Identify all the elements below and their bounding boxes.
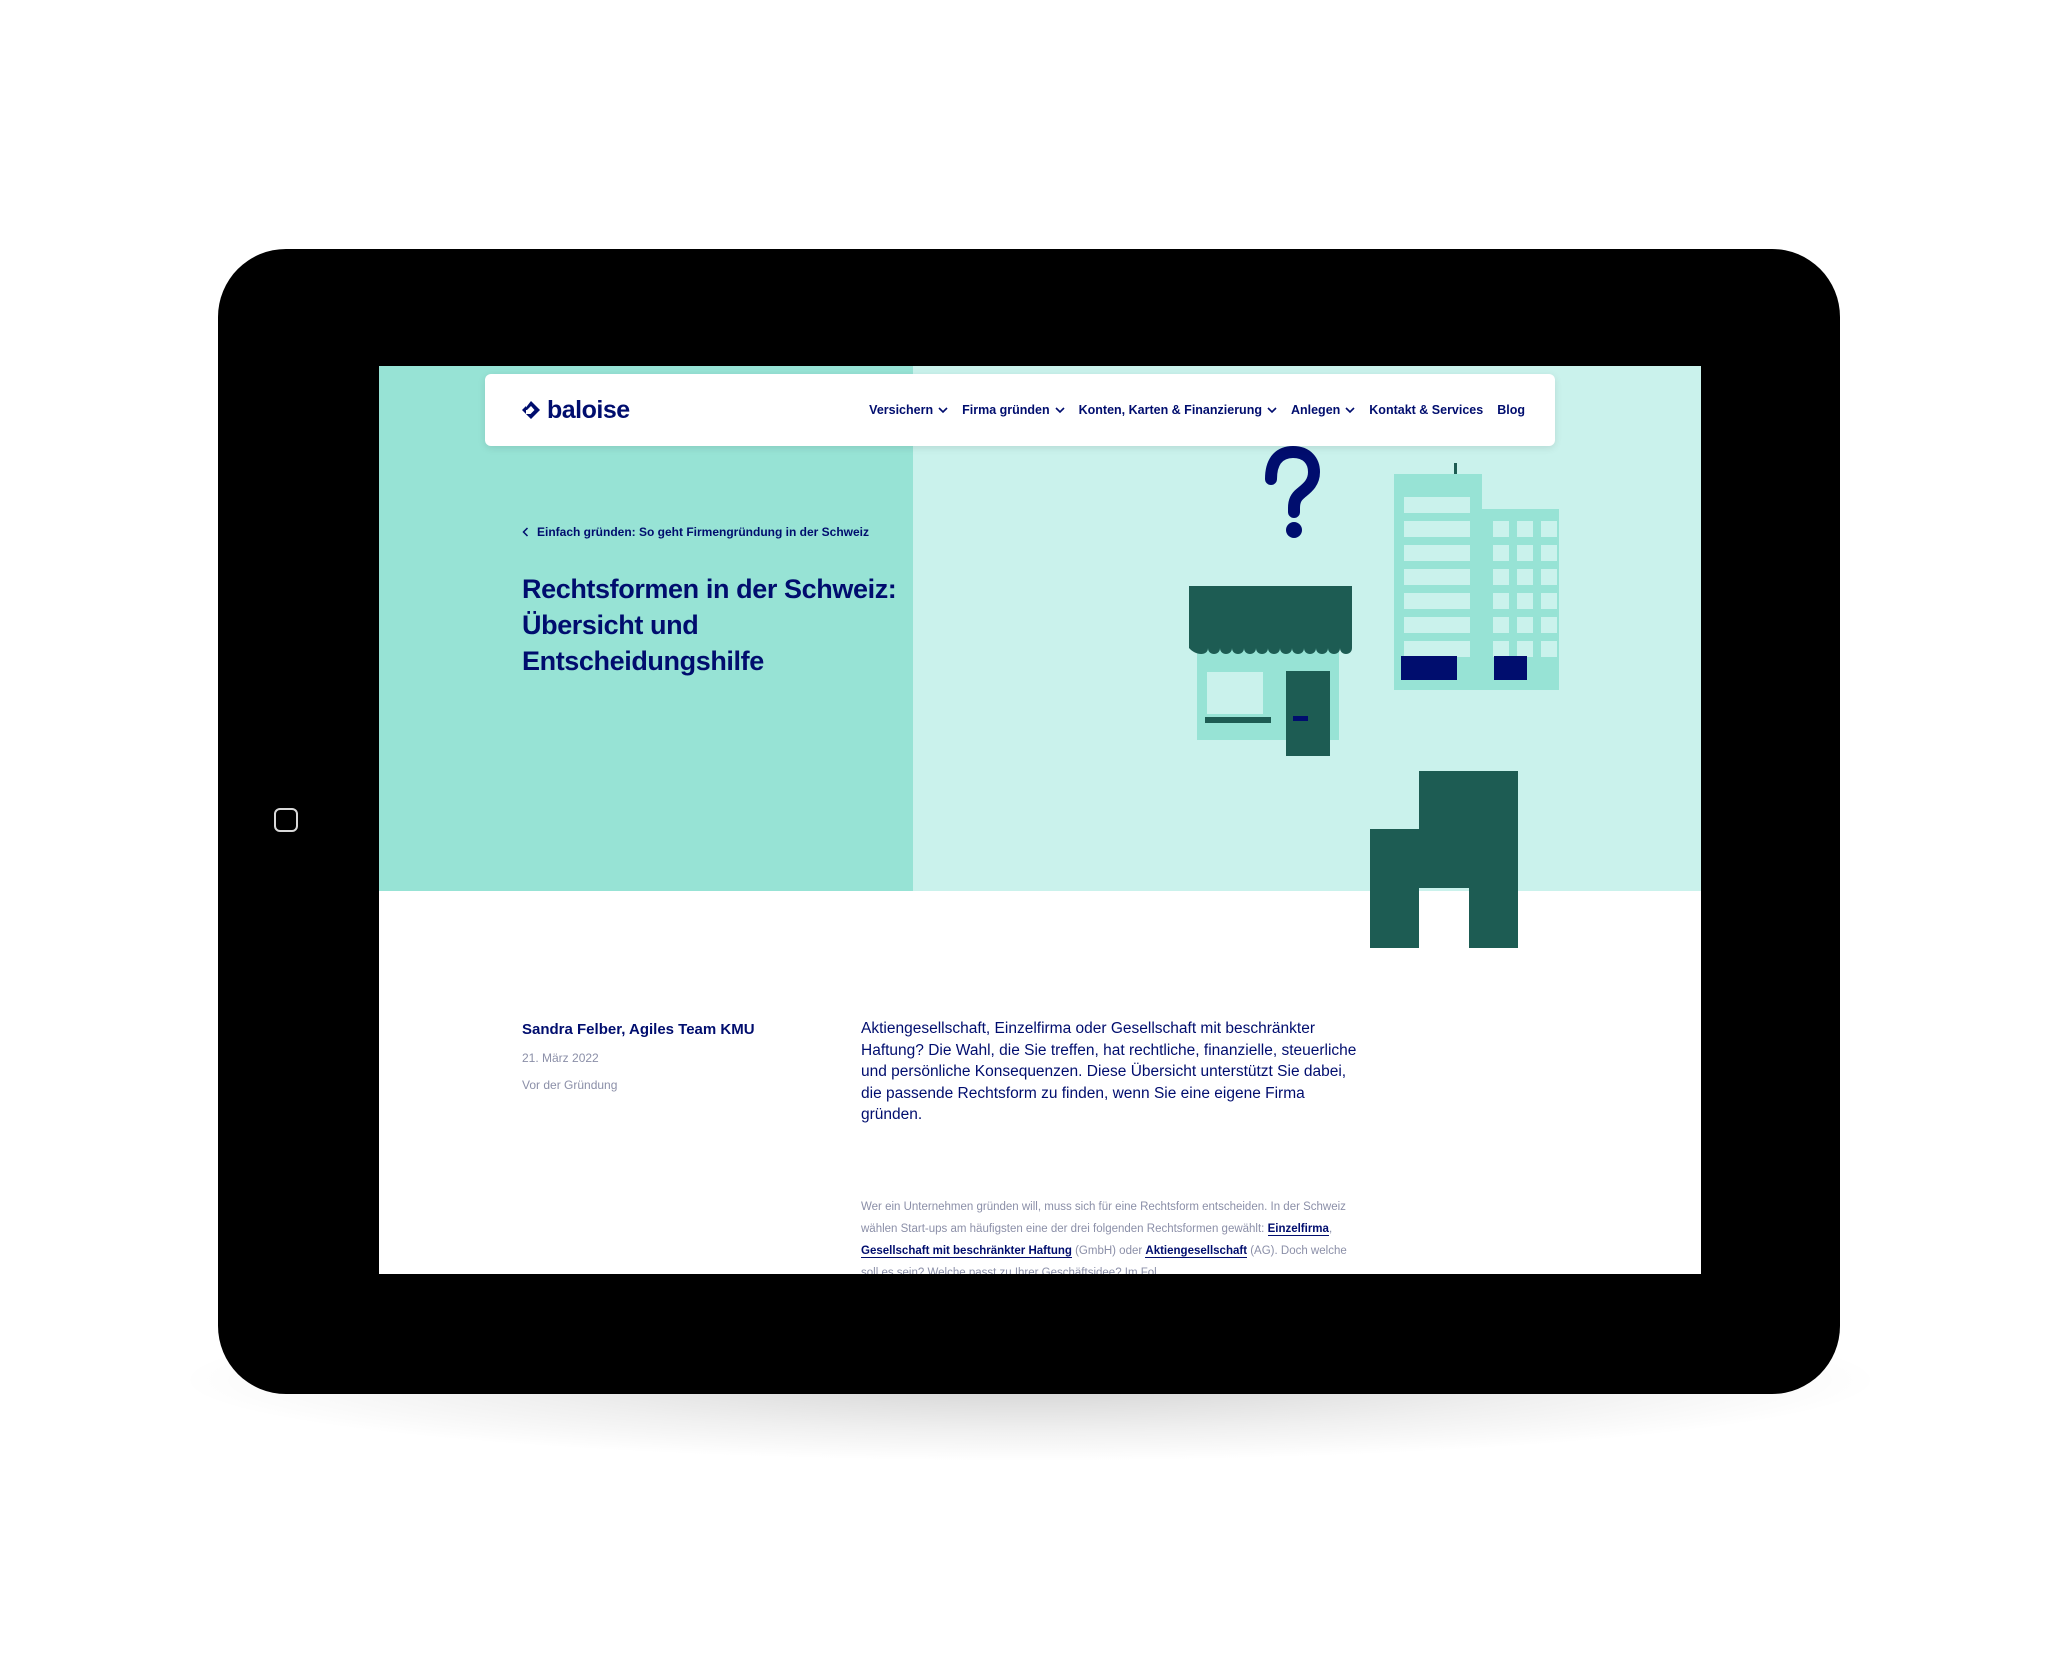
nav-item-label: Blog xyxy=(1497,403,1525,417)
page-background: baloise Versichern Firma gründen Konten,… xyxy=(0,0,2048,1669)
baloise-diamond-logo-icon xyxy=(522,401,540,419)
logo-text: baloise xyxy=(547,395,630,424)
screen: baloise Versichern Firma gründen Konten,… xyxy=(379,366,1701,1274)
body-text: (GmbH) oder xyxy=(1071,1245,1146,1257)
chevron-down-icon xyxy=(938,406,948,413)
nav-item-label: Kontakt & Services xyxy=(1369,403,1484,417)
nav-item-konten-karten-finanzierung[interactable]: Konten, Karten & Finanzierung xyxy=(1079,403,1277,417)
nav-item-blog[interactable]: Blog xyxy=(1497,403,1525,417)
nav-item-anlegen[interactable]: Anlegen xyxy=(1291,403,1355,417)
article-date: 21. März 2022 xyxy=(522,1051,599,1065)
chevron-down-icon xyxy=(1345,406,1355,413)
article-category: Vor der Gründung xyxy=(522,1078,618,1092)
chevron-down-icon xyxy=(1267,406,1277,413)
nav-item-versichern[interactable]: Versichern xyxy=(869,403,948,417)
main-navbar: baloise Versichern Firma gründen Konten,… xyxy=(485,374,1555,446)
chevron-down-icon xyxy=(1055,406,1065,413)
breadcrumb-label: Einfach gründen: So geht Firmengründung … xyxy=(537,525,870,539)
link-aktiengesellschaft[interactable]: Aktienge­sellschaft xyxy=(1145,1245,1248,1258)
nav-item-label: Anlegen xyxy=(1290,403,1341,417)
nav-menu: Versichern Firma gründen Konten, Karten … xyxy=(869,374,1525,446)
nav-item-kontakt-services[interactable]: Kontakt & Services xyxy=(1369,403,1483,417)
nav-item-label: Firma gründen xyxy=(962,403,1050,417)
chevron-left-icon xyxy=(522,527,529,537)
page-title: Rechtsformen in der Schweiz: Übersicht u… xyxy=(522,574,897,676)
home-button-icon[interactable] xyxy=(274,808,298,832)
body-text: , xyxy=(1328,1223,1333,1235)
nav-item-label: Konten, Karten & Finanzierung xyxy=(1078,403,1262,417)
article-author: Sandra Felber, Agiles Team KMU xyxy=(522,1021,755,1038)
link-einzelfirma[interactable]: Einzelfirma xyxy=(1267,1223,1329,1236)
nav-item-firma-gruenden[interactable]: Firma gründen xyxy=(962,403,1065,417)
breadcrumb-back-link[interactable]: Einfach gründen: So geht Firmengründung … xyxy=(522,525,869,539)
baloise-logo[interactable]: baloise xyxy=(521,395,630,425)
article-lead: Aktiengesellschaft, Einzelfirma oder Ges… xyxy=(861,1020,1357,1123)
tablet-device: baloise Versichern Firma gründen Konten,… xyxy=(218,249,1840,1394)
article-body-paragraph: Wer ein Unternehmen gründen will, muss s… xyxy=(861,1196,1351,1274)
link-gmbh[interactable]: Gesellschaft mit beschränkter Haftung xyxy=(861,1245,1072,1258)
nav-item-label: Versichern xyxy=(869,403,934,417)
